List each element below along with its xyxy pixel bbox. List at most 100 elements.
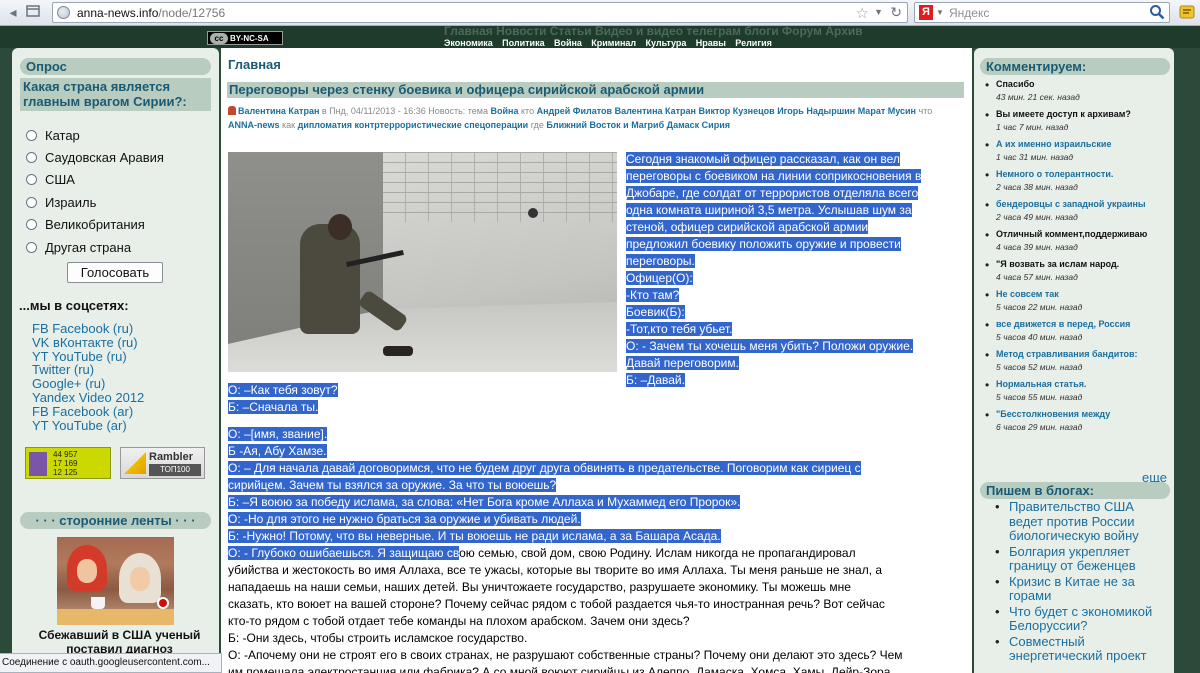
comment-time: 4 часа 57 мин. назад xyxy=(996,272,1078,282)
comment-time: 4 часа 39 мин. назад xyxy=(996,242,1078,252)
yandex-logo-icon[interactable]: Я xyxy=(919,5,933,20)
comment-title-link[interactable]: Вы имеете доступ к архивам? xyxy=(996,108,1170,121)
person-link[interactable]: Марат Мусин xyxy=(858,106,916,116)
radio-button[interactable] xyxy=(26,174,37,186)
back-icon[interactable]: ◂ xyxy=(4,3,22,21)
person-link[interactable]: Виктор Кузнецов xyxy=(698,106,774,116)
blog-post-link[interactable]: Что будет с экономикой Белоруссии? xyxy=(984,604,1170,634)
person-link[interactable]: Игорь Надыршин xyxy=(777,106,855,116)
dialogue-block-a: О: –Как тебя зовут? Б: –Сначала ты. xyxy=(228,382,964,416)
rambler-logo-icon xyxy=(124,452,146,474)
comment-title-link[interactable]: А их именно израильские xyxy=(996,138,1170,151)
social-link-youtube-ar[interactable]: YT YouTube (ar) xyxy=(32,418,144,433)
how-link[interactable]: дипломатия xyxy=(298,120,352,130)
social-link-vkontakte-ru[interactable]: VK вКонтакте (ru) xyxy=(32,335,144,350)
rambler-top100-badge[interactable]: Rambler ТОП100 xyxy=(120,447,205,479)
menu-item-religion[interactable]: Религия xyxy=(735,38,772,48)
feed-caption[interactable]: Сбежавший в США ученый поставил диагноз xyxy=(32,628,207,656)
radio-button[interactable] xyxy=(26,129,37,141)
comment-title-link[interactable]: бендеровцы с западной украины xyxy=(996,198,1170,211)
engine-dropdown-icon[interactable]: ▼ xyxy=(936,8,944,17)
author-link[interactable]: Валентина Катран xyxy=(238,106,319,116)
comment-title-link[interactable]: Метод стравливания бандитов: xyxy=(996,348,1170,361)
blog-post-link[interactable]: Совместный энергетический проект xyxy=(984,634,1170,664)
intro-line: Сегодня знакомый офицер рассказал, как о… xyxy=(626,152,900,166)
social-link-youtube-ru[interactable]: YT YouTube (ru) xyxy=(32,349,144,364)
comment-title-link[interactable]: Отличный коммент,поддерживаю xyxy=(996,228,1170,241)
comment-title-link[interactable]: Не совсем так xyxy=(996,288,1170,301)
social-link-facebook-ar[interactable]: FB Facebook (ar) xyxy=(32,404,144,419)
where-link[interactable]: Дамаск xyxy=(667,120,699,130)
social-link-yandex-video[interactable]: Yandex Video 2012 xyxy=(32,391,144,405)
comment-time: 5 часов 52 мин. назад xyxy=(996,362,1083,372)
article-intro: Сегодня знакомый офицер рассказал, как о… xyxy=(626,151,964,389)
poll-option[interactable]: Другая страна xyxy=(26,236,164,258)
comment-time: 5 часов 55 мин. назад xyxy=(996,392,1083,402)
breadcrumb[interactable]: Главная xyxy=(228,57,281,72)
dropdown-arrow-icon[interactable]: ▼ xyxy=(874,7,883,17)
radio-button[interactable] xyxy=(26,196,37,208)
blog-post-link[interactable]: Болгария укрепляет границу от беженцев xyxy=(984,544,1170,574)
addon-icon[interactable] xyxy=(1178,3,1196,21)
poll-option[interactable]: США xyxy=(26,169,164,191)
poll-option-label: Саудовская Аравия xyxy=(45,150,164,166)
what-label: что xyxy=(918,106,933,116)
article-meta: Валентина Катран в Пнд, 04/11/2013 - 16:… xyxy=(228,105,963,132)
social-link-facebook-ru[interactable]: FB Facebook (ru) xyxy=(32,322,144,336)
how-link[interactable]: контртеррористические спецоперации xyxy=(355,120,529,130)
where-link[interactable]: Ближний Восток и Магриб xyxy=(546,120,664,130)
counter-values: 44 957 17 169 12 125 xyxy=(53,450,77,477)
comment-time: 5 часов 40 мин. назад xyxy=(996,332,1083,342)
radio-button[interactable] xyxy=(26,241,37,253)
menu-item-war[interactable]: Война xyxy=(554,38,582,48)
vote-button[interactable]: Голосовать xyxy=(67,262,163,283)
comment-title-link[interactable]: Нормальная статья. xyxy=(996,378,1170,391)
what-link[interactable]: ANNA-news xyxy=(228,120,280,130)
author-icon xyxy=(228,106,236,115)
page-scrollbar[interactable] xyxy=(1180,48,1200,673)
menu-item-economy[interactable]: Экономика xyxy=(444,38,493,48)
comment-title-link[interactable]: Спасибо xyxy=(996,78,1170,91)
menu-item-politics[interactable]: Политика xyxy=(502,38,544,48)
cc-icon: cc xyxy=(210,33,228,44)
radio-button[interactable] xyxy=(26,219,37,231)
radio-button[interactable] xyxy=(26,152,37,164)
feed-thumbnail[interactable] xyxy=(57,537,174,625)
comment-title-link[interactable]: все движется в перед, Россия xyxy=(996,318,1170,331)
search-box[interactable]: Я ▼ Яндекс xyxy=(914,2,1170,23)
menu-item-crime[interactable]: Криминал xyxy=(591,38,636,48)
reload-icon[interactable]: ↻ xyxy=(890,4,902,21)
menu-item-culture[interactable]: Культура xyxy=(646,38,687,48)
topic-link[interactable]: Война xyxy=(491,106,519,116)
intro-line: переговоры с боевиком на линии соприкосн… xyxy=(626,169,922,183)
where-link[interactable]: Сирия xyxy=(702,120,730,130)
poll-option[interactable]: Катар xyxy=(26,124,164,146)
poll-option[interactable]: Израиль xyxy=(26,191,164,213)
poll-option[interactable]: Великобритания xyxy=(26,214,164,236)
bookmarks-icon[interactable] xyxy=(24,3,42,21)
comments-title: Комментируем: xyxy=(980,58,1170,75)
liveinternet-counter[interactable]: 44 957 17 169 12 125 xyxy=(25,447,111,479)
comment-title-link[interactable]: Немного о толерантности. xyxy=(996,168,1170,181)
poll-option[interactable]: Саудовская Аравия xyxy=(26,146,164,168)
social-link-googleplus-ru[interactable]: Google+ (ru) xyxy=(32,377,144,391)
soldier-figure xyxy=(300,224,360,334)
address-bar[interactable]: anna-news.info/node/12756 ☆ ▼ ↻ xyxy=(52,2,908,23)
social-link-twitter-ru[interactable]: Twitter (ru) xyxy=(32,363,144,377)
dialogue-line: О: -Но для этого не нужно браться за ору… xyxy=(228,512,581,526)
comment-title-link[interactable]: "Бесстолкновения между xyxy=(996,408,1170,421)
body-line: кто-то рядом с тобой отдает тебе команды… xyxy=(228,614,690,628)
blog-post-link[interactable]: Кризис в Китае не за горами xyxy=(984,574,1170,604)
menu-item-morals[interactable]: Нравы xyxy=(696,38,726,48)
poll-question: Какая страна является главным врагом Сир… xyxy=(20,78,211,111)
search-icon[interactable] xyxy=(1149,4,1165,20)
person-link[interactable]: Валентина Катран xyxy=(615,106,696,116)
dialogue-line: Боевик(Б): xyxy=(626,305,685,319)
who-label: кто xyxy=(521,106,535,116)
search-placeholder: Яндекс xyxy=(949,6,990,20)
bookmark-star-icon[interactable]: ☆ xyxy=(856,4,869,22)
blog-post-link[interactable]: Правительство США ведет против России би… xyxy=(984,499,1170,544)
license-badge[interactable]: cc BY-NC-SA xyxy=(207,31,283,45)
comment-title-link[interactable]: "Я возвать за ислам народ. xyxy=(996,258,1170,271)
person-link[interactable]: Андрей Филатов xyxy=(537,106,612,116)
